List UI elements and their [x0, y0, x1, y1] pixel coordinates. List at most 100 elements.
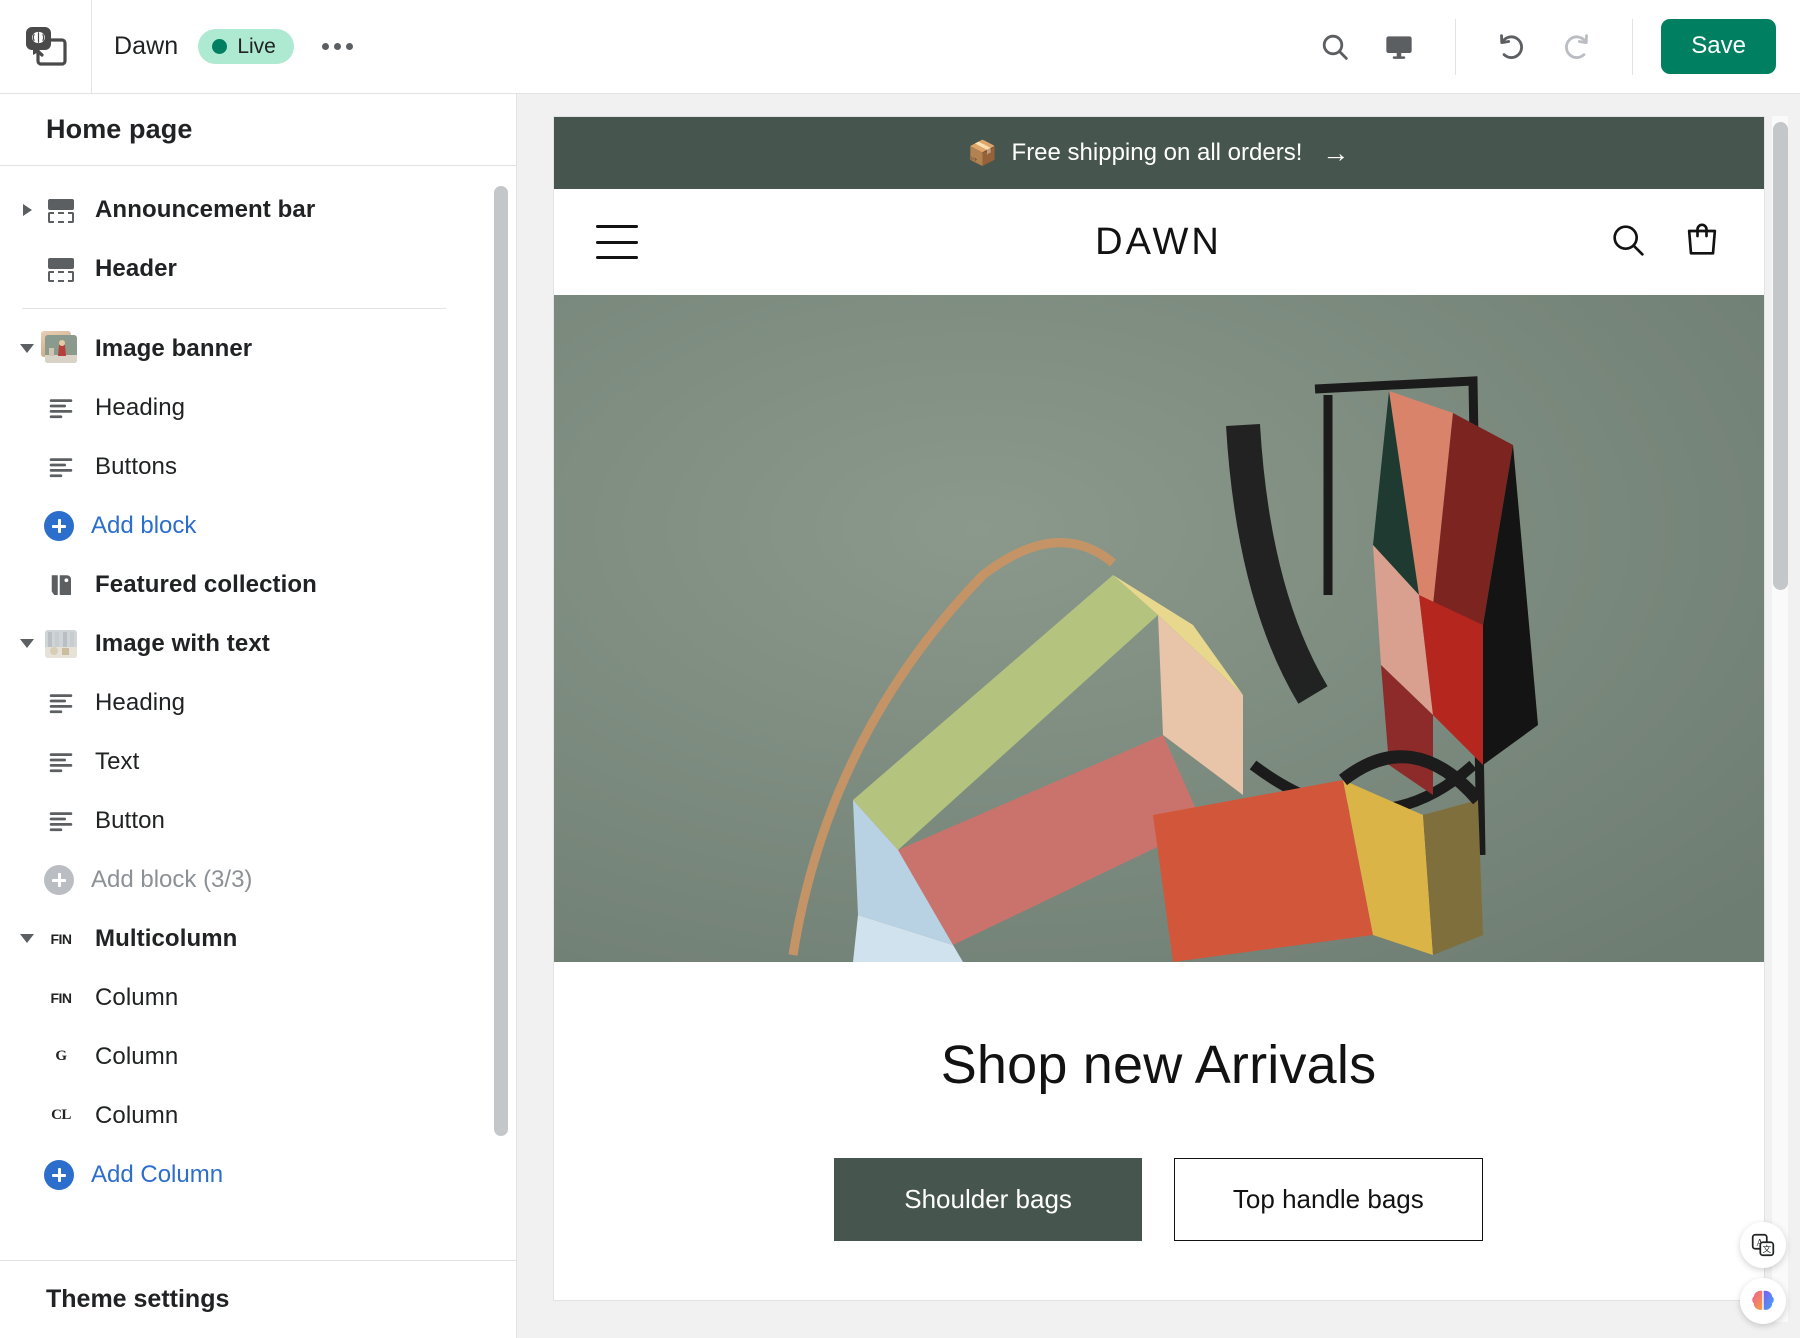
preview-area: 📦 Free shipping on all orders! → DAWN Sh…	[517, 94, 1800, 1338]
preview-scrollbar-thumb[interactable]	[1773, 122, 1788, 590]
sidebar-scrollbar[interactable]	[494, 172, 508, 1136]
sidebar-item-image-with-text[interactable]: Image with text	[0, 614, 480, 673]
sidebar-item-label: Announcement bar	[95, 195, 316, 223]
promo-buttons: Shoulder bags Top handle bags	[834, 1158, 1483, 1241]
store-cart-button[interactable]	[1682, 220, 1722, 265]
sidebar-item-label: Column	[95, 1101, 179, 1129]
package-emoji-icon: 📦	[967, 139, 998, 167]
hamburger-menu-icon[interactable]	[595, 225, 638, 259]
add-block-label: Add block	[91, 511, 197, 539]
search-icon	[1612, 224, 1644, 256]
plus-circle-icon	[44, 1159, 74, 1190]
sidebar-block-button[interactable]: Button	[0, 791, 480, 850]
shoulder-bags-button[interactable]: Shoulder bags	[834, 1158, 1142, 1241]
toolbar-actions: Save	[1279, 0, 1800, 94]
sidebar-item-label: Text	[95, 747, 140, 775]
dot-2	[333, 43, 341, 50]
promo-heading: Shop new Arrivals	[940, 1035, 1377, 1095]
ai-assistant-button[interactable]	[1740, 1278, 1786, 1324]
collapse-caret[interactable]	[10, 319, 44, 378]
store-brand-name: DAWN	[1095, 220, 1222, 263]
sidebar-item-featured-collection[interactable]: Featured collection	[0, 555, 480, 614]
search-button[interactable]	[1309, 21, 1361, 73]
app-logo-button[interactable]	[0, 0, 92, 94]
image-thumbnail	[41, 330, 78, 366]
hero-image-banner[interactable]	[553, 295, 1764, 962]
sidebar-divider	[22, 308, 446, 309]
expand-caret[interactable]	[10, 180, 44, 239]
logo-thumbnail: FIN	[44, 922, 78, 956]
logo-glyph: CL	[51, 1107, 71, 1123]
announcement-text: Free shipping on all orders!	[1011, 139, 1303, 166]
svg-text:文: 文	[1762, 1243, 1771, 1254]
collapse-caret[interactable]	[10, 614, 44, 673]
logo-glyph: FIN	[50, 989, 72, 1006]
chevron-down-icon	[20, 639, 34, 648]
live-dot-icon	[212, 39, 228, 54]
plus-circle-icon	[44, 864, 74, 895]
add-column-label: Add Column	[91, 1160, 224, 1188]
collapse-caret[interactable]	[10, 909, 44, 968]
page-title: Home page	[46, 114, 193, 144]
sidebar-block-text[interactable]: Text	[0, 732, 480, 791]
translate-button[interactable]: A 文	[1740, 1222, 1786, 1268]
theme-settings-button[interactable]: Theme settings	[0, 1260, 516, 1338]
sidebar-block-column-2[interactable]: G Column	[0, 1027, 480, 1086]
save-zone: Save	[1633, 19, 1800, 74]
sidebar-item-label: Image banner	[95, 334, 253, 362]
sidebar-item-multicolumn[interactable]: FIN Multicolumn	[0, 909, 480, 968]
sidebar-item-label: Heading	[95, 393, 186, 421]
sidebar-block-column-1[interactable]: FIN Column	[0, 968, 480, 1027]
sidebar-item-label: Heading	[95, 688, 186, 716]
sidebar-item-header[interactable]: Header	[0, 239, 480, 298]
save-button[interactable]: Save	[1661, 19, 1776, 74]
plus-circle-icon	[44, 510, 74, 541]
search-icon	[1323, 34, 1349, 60]
top-handle-bags-button[interactable]: Top handle bags	[1173, 1158, 1483, 1241]
sidebar-block-heading-2[interactable]: Heading	[0, 673, 480, 732]
chevron-down-icon	[20, 344, 34, 353]
more-actions-button[interactable]	[314, 33, 361, 60]
logo-glyph: FIN	[50, 930, 72, 947]
history-tools	[1455, 18, 1634, 75]
redo-icon	[1565, 33, 1589, 59]
text-lines-icon	[44, 745, 78, 779]
translate-icon: A 文	[1751, 1233, 1775, 1257]
image-thumbnail	[44, 627, 78, 661]
theme-editor: Dawn Live Save Home page Announcement ba…	[0, 0, 1800, 1338]
sidebar-block-column-3[interactable]: CL Column	[0, 1086, 480, 1145]
sidebar-scrollbar-thumb[interactable]	[494, 186, 508, 1136]
preview-store-header: DAWN	[553, 189, 1764, 295]
chevron-down-icon	[20, 934, 34, 943]
status-badge: Live	[198, 29, 294, 64]
sidebar-item-announcement-bar[interactable]: Announcement bar	[0, 180, 480, 239]
store-search-button[interactable]	[1608, 220, 1648, 265]
sidebar-header: Home page	[0, 94, 516, 166]
header-actions	[1608, 220, 1722, 265]
device-preview-button[interactable]	[1373, 21, 1425, 73]
redo-button[interactable]	[1550, 21, 1602, 73]
sidebar-item-image-banner[interactable]: Image banner	[0, 319, 480, 378]
undo-button[interactable]	[1486, 21, 1538, 73]
logo-thumbnail: G	[44, 1040, 78, 1074]
text-lines-icon	[44, 391, 78, 425]
text-lines-icon	[44, 804, 78, 838]
sections-tree: Announcement bar Header Image banner Hea…	[0, 166, 516, 1260]
add-block-button-banner[interactable]: Add block	[0, 496, 480, 555]
sidebar-block-buttons[interactable]: Buttons	[0, 437, 480, 496]
preview-scrollbar[interactable]	[1772, 116, 1788, 1322]
sidebar-item-label: Multicolumn	[95, 924, 238, 952]
theme-title-zone: Dawn Live	[92, 29, 1279, 64]
view-tools	[1279, 19, 1455, 75]
logo-glyph: G	[55, 1048, 67, 1064]
add-column-button[interactable]: Add Column	[0, 1145, 480, 1204]
sidebar-item-label: Buttons	[95, 452, 178, 480]
add-block-label: Add block (3/3)	[91, 865, 253, 893]
section-icon	[44, 252, 78, 286]
preview-announcement-bar[interactable]: 📦 Free shipping on all orders! →	[553, 117, 1764, 189]
hero-bags-image	[553, 295, 1764, 962]
logo-thumbnail: CL	[44, 1099, 78, 1133]
sidebar-item-label: Column	[95, 983, 179, 1011]
chevron-right-icon	[22, 203, 32, 216]
sidebar-block-heading-1[interactable]: Heading	[0, 378, 480, 437]
